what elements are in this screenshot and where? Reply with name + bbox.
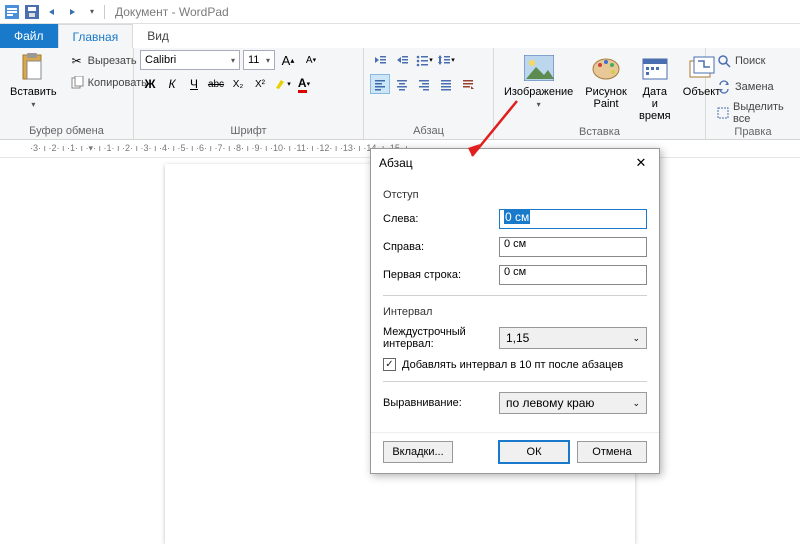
chevron-down-icon: ⌄ — [632, 333, 640, 344]
tab-home[interactable]: Главная — [58, 24, 134, 48]
paste-button[interactable]: Вставить ▾ — [6, 50, 61, 123]
chevron-down-icon: ▾ — [231, 56, 235, 65]
tab-view[interactable]: Вид — [133, 24, 183, 48]
chevron-down-icon: ▾ — [266, 56, 270, 65]
tab-file[interactable]: Файл — [0, 24, 58, 48]
find-button[interactable]: Поиск — [712, 50, 794, 72]
insert-datetime-button[interactable]: Дата и время — [635, 50, 675, 124]
undo-icon[interactable] — [44, 4, 60, 20]
chevron-down-icon: ▾ — [31, 100, 35, 109]
left-indent-input[interactable]: 0 см — [499, 209, 647, 229]
shrink-font-button[interactable]: A▾ — [301, 50, 321, 70]
line-spacing-button[interactable]: ▾ — [436, 50, 456, 70]
first-line-input[interactable]: 0 см — [499, 265, 647, 285]
font-size-combo[interactable]: 11▾ — [243, 50, 275, 70]
app-icon — [4, 4, 20, 20]
quick-access-toolbar: ▾ — [4, 4, 100, 20]
left-indent-label: Слева: — [383, 213, 491, 225]
bold-button[interactable]: Ж — [140, 74, 160, 94]
titlebar: ▾ Документ - WordPad — [0, 0, 800, 24]
italic-button[interactable]: К — [162, 74, 182, 94]
paragraph-dialog: Абзац ✕ Отступ Слева: 0 см Справа: 0 см … — [370, 148, 660, 474]
bullets-button[interactable]: ▾ — [414, 50, 434, 70]
group-edit: Поиск Замена Выделить все Правка — [706, 48, 800, 139]
calendar-icon — [639, 52, 671, 84]
group-clipboard: Вставить ▾ ✂ Вырезать Копировать Буфер о… — [0, 48, 134, 139]
group-paragraph-label: Абзац — [370, 123, 487, 139]
group-edit-label: Правка — [712, 124, 794, 140]
align-left-button[interactable] — [370, 74, 390, 94]
add-space-checkbox[interactable]: ✓ — [383, 358, 396, 371]
line-spacing-select[interactable]: 1,15⌄ — [499, 327, 647, 349]
strikethrough-button[interactable]: abc — [206, 74, 226, 94]
indent-header: Отступ — [383, 189, 647, 201]
justify-button[interactable] — [436, 74, 456, 94]
insert-image-button[interactable]: Изображение ▾ — [500, 50, 577, 124]
tabs-button[interactable]: Вкладки... — [383, 441, 453, 463]
paste-label: Вставить — [10, 86, 57, 98]
paragraph-dialog-button[interactable] — [458, 74, 478, 94]
decrease-indent-button[interactable] — [370, 50, 390, 70]
image-icon — [523, 52, 555, 84]
group-paragraph: ▾ ▾ Абзац — [364, 48, 494, 139]
chevron-down-icon: ▾ — [537, 100, 541, 109]
ribbon-tabs: Файл Главная Вид — [0, 24, 800, 48]
highlight-button[interactable]: ▾ — [272, 74, 292, 94]
chevron-down-icon: ⌄ — [632, 398, 640, 409]
underline-button[interactable]: Ч — [184, 74, 204, 94]
group-font-label: Шрифт — [140, 123, 357, 139]
palette-icon — [590, 52, 622, 84]
save-icon[interactable] — [24, 4, 40, 20]
right-indent-input[interactable]: 0 см — [499, 237, 647, 257]
insert-paint-button[interactable]: Рисунок Paint — [581, 50, 631, 124]
add-space-label: Добавлять интервал в 10 пт после абзацев — [402, 359, 623, 371]
cut-icon: ✂ — [69, 53, 85, 69]
select-all-icon — [716, 105, 730, 121]
separator — [383, 381, 647, 382]
first-line-label: Первая строка: — [383, 269, 491, 281]
separator — [383, 295, 647, 296]
font-color-button[interactable]: A▾ — [294, 74, 314, 94]
replace-button[interactable]: Замена — [712, 76, 794, 98]
ribbon: Вставить ▾ ✂ Вырезать Копировать Буфер о… — [0, 48, 800, 140]
replace-icon — [716, 79, 732, 95]
dialog-titlebar[interactable]: Абзац ✕ — [371, 149, 659, 177]
group-font: Calibri▾ 11▾ A▴ A▾ Ж К Ч abc X₂ X² ▾ A▾ … — [134, 48, 364, 139]
ok-button[interactable]: ОК — [499, 441, 569, 463]
dialog-title: Абзац — [379, 156, 413, 170]
search-icon — [716, 53, 732, 69]
line-spacing-label: Междустрочный интервал: — [383, 326, 491, 350]
align-right-button[interactable] — [414, 74, 434, 94]
qat-dropdown-icon[interactable]: ▾ — [84, 4, 100, 20]
grow-font-button[interactable]: A▴ — [278, 50, 298, 70]
interval-header: Интервал — [383, 306, 647, 318]
group-insert-label: Вставка — [500, 124, 699, 140]
select-all-button[interactable]: Выделить все — [712, 102, 794, 124]
paste-icon — [17, 52, 49, 84]
divider — [104, 5, 105, 19]
redo-icon[interactable] — [64, 4, 80, 20]
superscript-button[interactable]: X² — [250, 74, 270, 94]
copy-icon — [69, 75, 85, 91]
group-insert: Изображение ▾ Рисунок Paint Дата и время… — [494, 48, 706, 139]
window-title: Документ - WordPad — [115, 5, 229, 19]
close-button[interactable]: ✕ — [631, 153, 651, 173]
alignment-select[interactable]: по левому краю⌄ — [499, 392, 647, 414]
group-clipboard-label: Буфер обмена — [6, 123, 127, 139]
cancel-button[interactable]: Отмена — [577, 441, 647, 463]
increase-indent-button[interactable] — [392, 50, 412, 70]
subscript-button[interactable]: X₂ — [228, 74, 248, 94]
align-center-button[interactable] — [392, 74, 412, 94]
font-name-combo[interactable]: Calibri▾ — [140, 50, 240, 70]
right-indent-label: Справа: — [383, 241, 491, 253]
alignment-label: Выравнивание: — [383, 397, 491, 409]
